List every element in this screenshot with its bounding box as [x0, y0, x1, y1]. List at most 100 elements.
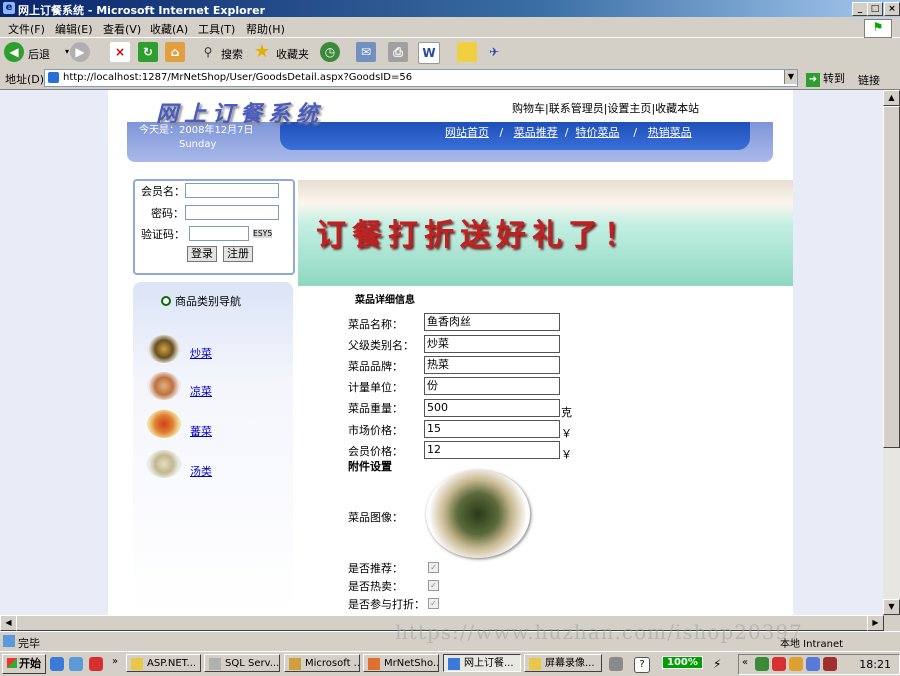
links-button[interactable]: 链接	[858, 72, 880, 88]
login-button[interactable]: 登录	[187, 246, 217, 262]
menu-edit[interactable]: 编辑(E)	[55, 21, 93, 37]
hot-checkbox[interactable]: ✓	[428, 580, 439, 591]
menu-help[interactable]: 帮助(H)	[246, 21, 285, 37]
vertical-scrollbar[interactable]: ▲ ▼	[883, 90, 900, 615]
page-icon	[48, 72, 59, 83]
ie2-quicklaunch-icon[interactable]	[69, 657, 83, 671]
history-icon[interactable]: ◷	[320, 42, 340, 62]
title-bar: e 网上订餐系统 - Microsoft Internet Explorer _…	[0, 0, 900, 17]
parent-category-field[interactable]: 炒菜	[424, 335, 560, 353]
close-button[interactable]: ×	[884, 2, 900, 16]
unit-field[interactable]: 份	[424, 377, 560, 395]
help-icon[interactable]: ?	[634, 657, 650, 673]
edit-icon[interactable]: W	[418, 42, 440, 64]
discuss-icon[interactable]	[457, 42, 477, 62]
tray-expand-icon[interactable]: «	[742, 657, 748, 668]
zoom-level[interactable]: 100%	[662, 656, 703, 669]
search-label[interactable]: 搜索	[221, 46, 243, 62]
favorites-label[interactable]: 收藏夹	[276, 46, 309, 62]
tray-app-icon[interactable]	[823, 657, 837, 671]
weight-field[interactable]: 500	[424, 399, 560, 417]
menu-favorites[interactable]: 收藏(A)	[150, 21, 188, 37]
messenger-icon[interactable]: ✈	[484, 42, 504, 62]
task-microsoft[interactable]: Microsoft ...	[284, 654, 360, 672]
mail-icon[interactable]: ✉	[356, 42, 376, 62]
member-label: 会员名：	[141, 185, 185, 198]
watermark: https://www.huzhan.com/ishop20397	[395, 620, 803, 644]
dish-thumbnail[interactable]	[147, 450, 181, 478]
nav-recommend[interactable]: 菜品推荐	[514, 126, 558, 139]
address-url[interactable]: http://localhost:1287/MrNetShop/User/Goo…	[63, 72, 412, 83]
address-input[interactable]: http://localhost:1287/MrNetShop/User/Goo…	[44, 69, 798, 87]
dish-thumbnail[interactable]	[147, 335, 181, 363]
category-item[interactable]: 凉菜	[190, 383, 212, 399]
qq-quicklaunch-icon[interactable]	[89, 657, 103, 671]
dish-thumbnail[interactable]	[147, 372, 181, 400]
nav-hot[interactable]: 热销菜品	[648, 126, 692, 139]
stop-icon[interactable]: ×	[110, 42, 130, 62]
recommend-checkbox[interactable]: ✓	[428, 562, 439, 573]
task-screen-recorder[interactable]: 屏幕录像...	[524, 654, 602, 672]
ie-quicklaunch-icon[interactable]	[50, 657, 64, 671]
vertical-scroll-thumb[interactable]	[883, 106, 900, 448]
task-label: Microsoft ...	[305, 658, 360, 669]
scroll-right-icon[interactable]: ▶	[867, 615, 884, 631]
favorites-icon[interactable]: ★	[252, 42, 272, 62]
category-item[interactable]: 汤类	[190, 463, 212, 479]
nav-sep: /	[561, 126, 572, 139]
flag-label: 是否参与打折：	[348, 598, 425, 611]
forward-icon[interactable]: ▶	[70, 42, 90, 62]
task-aspnet[interactable]: ASP.NET...	[126, 654, 201, 672]
back-label[interactable]: 后退	[28, 46, 50, 62]
dish-thumbnail[interactable]	[147, 410, 181, 438]
task-mrnetshop[interactable]: MrNetSho...	[363, 654, 439, 672]
search-icon[interactable]: ⚲	[198, 42, 218, 62]
password-input[interactable]	[185, 205, 279, 220]
menu-view[interactable]: 查看(V)	[103, 21, 141, 37]
more-icon[interactable]: »	[112, 656, 118, 667]
tray-app-icon[interactable]	[806, 657, 820, 671]
market-price-field[interactable]: 15	[424, 420, 560, 438]
plug-icon[interactable]: ⚡	[713, 657, 727, 671]
home-icon[interactable]: ⌂	[165, 42, 185, 62]
category-title: 商品类别导航	[175, 295, 241, 308]
scroll-down-icon[interactable]: ▼	[883, 599, 900, 615]
back-icon[interactable]: ◀	[4, 42, 24, 62]
windows-logo-icon: ⚑	[864, 19, 892, 38]
minimize-button[interactable]: _	[852, 2, 868, 16]
refresh-icon[interactable]: ↻	[138, 42, 158, 62]
scroll-left-icon[interactable]: ◀	[0, 615, 17, 631]
task-sql[interactable]: SQL Serv...	[204, 654, 280, 672]
task-dining-system[interactable]: 网上订餐...	[443, 654, 521, 672]
dish-brand-field[interactable]: 热菜	[424, 356, 560, 374]
tray-app-icon[interactable]	[789, 657, 803, 671]
bookmark-link[interactable]: |收藏本站	[651, 102, 699, 115]
nav-special[interactable]: 特价菜品	[575, 126, 619, 139]
captcha-input[interactable]	[189, 226, 249, 241]
go-button[interactable]: ➜ 转到	[806, 70, 845, 87]
set-homepage-link[interactable]: |设置主页	[604, 102, 652, 115]
address-dropdown-icon[interactable]: ▼	[784, 70, 797, 84]
category-item[interactable]: 炒菜	[190, 345, 212, 361]
tray-app-icon[interactable]	[772, 657, 786, 671]
menu-tools[interactable]: 工具(T)	[198, 21, 235, 37]
tray-app-icon[interactable]	[755, 657, 769, 671]
scroll-up-icon[interactable]: ▲	[883, 90, 900, 106]
member-input[interactable]	[185, 183, 279, 198]
address-bar: 地址(D) http://localhost:1287/MrNetShop/Us…	[0, 67, 900, 90]
menu-bar: 文件(F) 编辑(E) 查看(V) 收藏(A) 工具(T) 帮助(H)	[0, 17, 900, 38]
keyboard-icon[interactable]	[609, 657, 623, 671]
category-item[interactable]: 蕃菜	[190, 423, 212, 439]
nav-home[interactable]: 网站首页	[445, 126, 489, 139]
member-price-field[interactable]: 12	[424, 441, 560, 459]
menu-file[interactable]: 文件(F)	[8, 21, 45, 37]
dish-name-field[interactable]: 鱼香肉丝	[424, 313, 560, 331]
maximize-button[interactable]: □	[867, 2, 883, 16]
discount-checkbox[interactable]: ✓	[428, 598, 439, 609]
contact-admin-link[interactable]: |联系管理员	[545, 102, 604, 115]
start-button[interactable]: 开始	[2, 654, 46, 674]
cart-link[interactable]: 购物车	[512, 102, 545, 115]
print-icon[interactable]: ⎙	[388, 42, 408, 62]
field-label: 菜品品牌：	[348, 360, 403, 373]
register-button[interactable]: 注册	[223, 246, 253, 262]
